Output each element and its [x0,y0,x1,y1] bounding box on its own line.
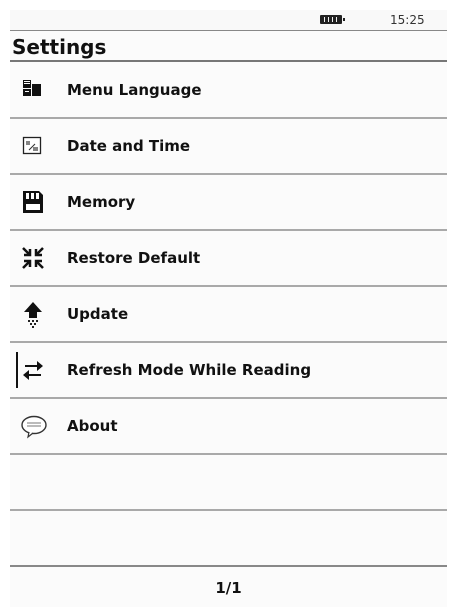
memory-card-icon [20,189,46,215]
menu-item-label: Memory [67,193,136,211]
speech-bubble-icon [20,413,47,439]
clock: 15:25 [390,13,425,27]
settings-menu: Menu Language Date and Time Memory Resto… [10,63,447,567]
title-divider [10,60,447,62]
menu-item-date-time[interactable]: Date and Time [10,119,447,175]
menu-item-label: Update [67,305,129,323]
empty-menu-slot [10,511,447,567]
status-bar: 15:25 [10,10,447,31]
language-icon [20,77,46,103]
menu-item-language[interactable]: Menu Language [10,63,447,119]
menu-item-label: Date and Time [67,137,191,155]
menu-item-about[interactable]: About [10,399,447,455]
menu-item-update[interactable]: Update [10,287,447,343]
page-title: Settings [12,35,107,59]
refresh-icon [20,357,46,383]
menu-item-label: About [67,417,118,435]
pagination-bar: 1/1 [10,565,447,607]
menu-item-memory[interactable]: Memory [10,175,447,231]
screen: 15:25 Settings Menu Language Date and Ti… [10,10,447,607]
menu-item-label: Restore Default [67,249,201,267]
battery-icon [320,15,345,24]
menu-item-refresh-mode[interactable]: Refresh Mode While Reading [10,343,447,399]
page-indicator: 1/1 [215,579,242,597]
menu-item-label: Menu Language [67,81,202,99]
calendar-icon [20,133,46,159]
empty-menu-slot [10,455,447,511]
restore-arrows-icon [20,245,46,271]
menu-item-restore-default[interactable]: Restore Default [10,231,447,287]
update-arrow-icon [20,301,46,328]
menu-item-label: Refresh Mode While Reading [67,361,312,379]
